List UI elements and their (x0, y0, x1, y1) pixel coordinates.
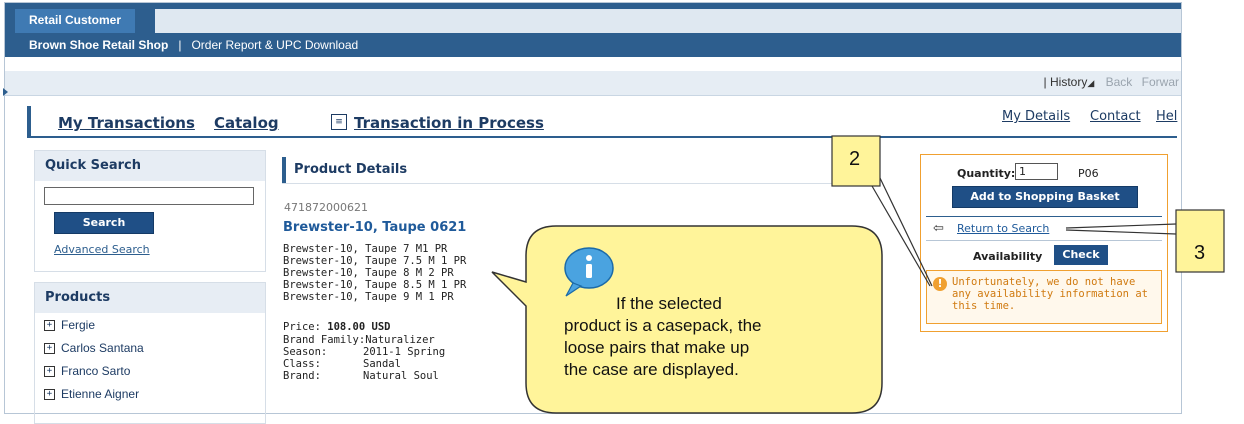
back-button[interactable]: Back (1106, 75, 1133, 89)
add-to-basket-button[interactable]: Add to Shopping Basket (952, 186, 1138, 208)
marker-3-label: 3 (1194, 242, 1206, 264)
product-tree-label: Franco Sarto (61, 364, 131, 378)
forward-button[interactable]: Forwar (1142, 75, 1179, 89)
nav-transaction-in-process[interactable]: Transaction in Process (354, 114, 544, 132)
info-callout-text: If the selected product is a casepack, t… (564, 293, 864, 381)
brand-value: Natural Soul (363, 370, 439, 382)
panel-toggle-icon[interactable] (3, 88, 8, 96)
product-tree-item[interactable]: + Carlos Santana (44, 341, 144, 355)
panel-divider (926, 240, 1162, 241)
my-details-link[interactable]: My Details (1002, 109, 1070, 124)
help-link[interactable]: Hel (1156, 109, 1177, 124)
history-dropdown-icon[interactable]: ◢ (1087, 78, 1094, 88)
product-details-title: Product Details (294, 162, 408, 177)
back-arrow-icon[interactable]: ⇦ (933, 221, 944, 236)
advanced-search-link[interactable]: Advanced Search (54, 243, 150, 256)
expand-icon[interactable]: + (44, 343, 55, 355)
search-button[interactable]: Search (54, 212, 154, 234)
season-value: 2011-1 Spring (363, 346, 446, 358)
nav-catalog[interactable]: Catalog (214, 114, 279, 132)
price-row: Price: 108.00 USD (283, 321, 390, 333)
expand-icon[interactable]: + (44, 320, 55, 332)
season-row: Season: 2011-1 Spring (283, 346, 445, 358)
product-name: Brewster-10, Taupe 0621 (283, 220, 467, 235)
product-tree-label: Carlos Santana (61, 341, 144, 355)
variant-row: Brewster-10, Taupe 9 M 1 PR (283, 291, 454, 303)
class-value: Sandal (363, 358, 401, 370)
subnav-separator: | (178, 38, 182, 52)
warning-icon: ! (933, 277, 947, 291)
brown-shoe-shop-link[interactable]: Brown Shoe Retail Shop (29, 38, 168, 52)
class-row: Class: Sandal (283, 358, 401, 370)
brand-family-label: Brand Family: (283, 334, 366, 346)
tab-retail-customer[interactable]: Retail Customer (15, 9, 136, 33)
quantity-label: Quantity: (957, 167, 1016, 180)
history-separator: | (1043, 75, 1047, 89)
expand-icon[interactable]: + (44, 366, 55, 378)
callout-line: the case are displayed. (564, 360, 739, 379)
class-label: Class: (283, 358, 321, 370)
quick-search-input[interactable] (44, 187, 254, 205)
callout-line: If the selected (616, 294, 722, 313)
product-details-accent (282, 157, 286, 183)
nav-my-transactions[interactable]: My Transactions (58, 114, 195, 132)
product-sku: 471872000621 (284, 201, 368, 214)
availability-label: Availability (973, 250, 1043, 263)
brand-family-value: Naturalizer (365, 334, 435, 346)
brand-row: Brand: Natural Soul (283, 370, 439, 382)
product-tree-label: Etienne Aigner (61, 387, 140, 401)
product-tree-item[interactable]: + Etienne Aigner (44, 387, 139, 401)
contact-link[interactable]: Contact (1090, 109, 1141, 124)
variant-row: Brewster-10, Taupe 7.5 M 1 PR (283, 255, 467, 267)
variant-row: Brewster-10, Taupe 8.5 M 1 PR (283, 279, 467, 291)
main-nav-accent (27, 106, 31, 136)
header-subnav: Brown Shoe Retail Shop | Order Report & UP… (15, 33, 1181, 57)
history-bar (5, 71, 1181, 96)
quantity-input[interactable]: 1 (1015, 163, 1058, 180)
variant-row: Brewster-10, Taupe 7 M1 PR (283, 243, 448, 255)
availability-message: Unfortunately, we do not have any availa… (952, 276, 1148, 312)
history-button[interactable]: History (1050, 75, 1087, 89)
panel-divider (926, 216, 1162, 217)
products-title: Products (35, 283, 265, 313)
quantity-unit: P06 (1078, 167, 1099, 180)
transaction-icon: ≡ (331, 114, 347, 130)
callout-line: loose pairs that make up (564, 338, 750, 357)
return-to-search-link[interactable]: Return to Search (957, 222, 1049, 235)
history-controls: | History◢ Back Forwar (1044, 75, 1179, 89)
product-tree-label: Fergie (61, 318, 96, 332)
product-tree-item[interactable]: + Franco Sarto (44, 364, 130, 378)
callout-line: product is a casepack, the (564, 316, 762, 335)
quick-search-title: Quick Search (35, 151, 265, 181)
product-tree-item[interactable]: + Fergie (44, 318, 95, 332)
variant-row: Brewster-10, Taupe 8 M 2 PR (283, 267, 454, 279)
price-value: 108.00 USD (327, 321, 391, 333)
brand-label: Brand: (283, 370, 321, 382)
season-label: Season: (283, 346, 328, 358)
marker-2-label: 2 (849, 148, 861, 170)
expand-icon[interactable]: + (44, 389, 55, 401)
tab-strip (155, 9, 1181, 33)
check-availability-button[interactable]: Check (1054, 245, 1108, 265)
brand-family-row: Brand Family:Naturalizer (283, 334, 435, 346)
price-label: Price: (283, 321, 321, 333)
order-report-link[interactable]: Order Report & UPC Download (191, 38, 358, 52)
